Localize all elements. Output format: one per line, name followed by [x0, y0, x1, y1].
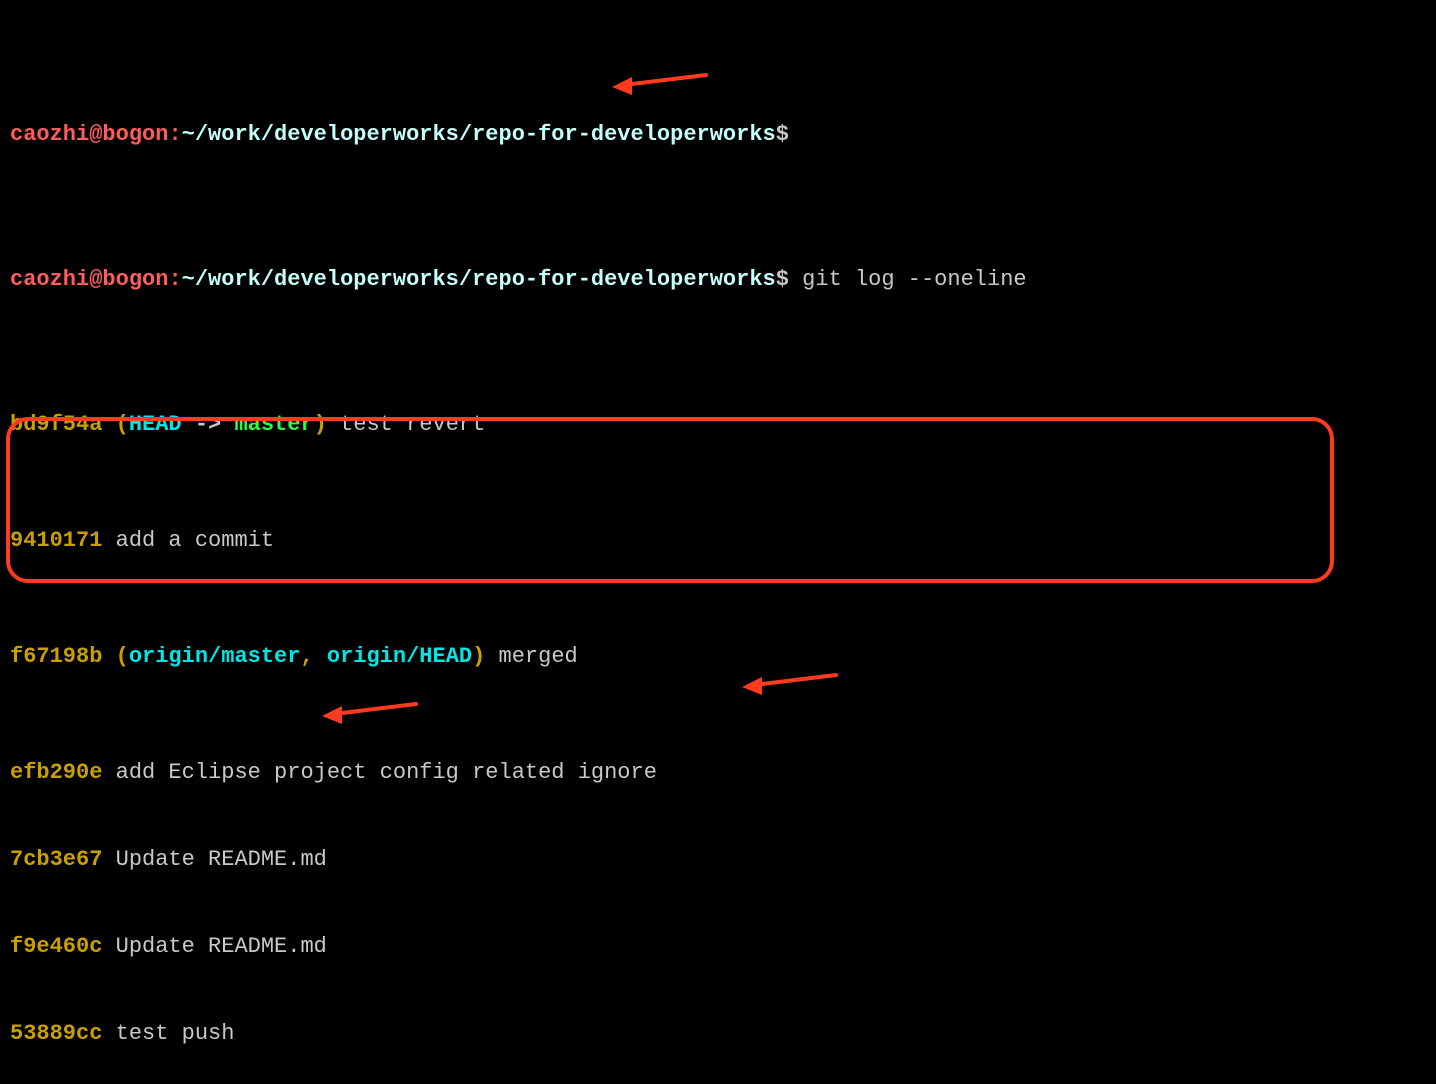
terminal[interactable]: caozhi@bogon:~/work/developerworks/repo-… [0, 0, 1436, 1084]
ref-origin-master: origin/master [129, 644, 301, 669]
log-line: 53889cc test push [10, 1019, 1426, 1048]
prompt-line: caozhi@bogon:~/work/developerworks/repo-… [10, 120, 1426, 149]
log-line: f67198b (origin/master, origin/HEAD) mer… [10, 642, 1426, 671]
prompt-dollar: $ [776, 122, 789, 147]
ref-head: HEAD [129, 412, 182, 437]
commit-hash: bd9f54a [10, 412, 102, 437]
ref-origin-head: origin/HEAD [327, 644, 472, 669]
log-line: 9410171 add a commit [10, 526, 1426, 555]
log-line: f9e460c Update README.md [10, 932, 1426, 961]
command-text [789, 267, 802, 292]
annotation-box [6, 417, 1334, 583]
prompt-user: caozhi@bogon [10, 122, 168, 147]
prompt-path: ~/work/developerworks/repo-for-developer… [182, 122, 776, 147]
log-line: 7cb3e67 Update README.md [10, 845, 1426, 874]
ref-master: master [234, 412, 313, 437]
annotation-arrow-icon [320, 695, 420, 725]
annotation-arrow-icon [610, 66, 710, 96]
log-line: bd9f54a (HEAD -> master) test revert [10, 410, 1426, 439]
commit-message: test revert [340, 412, 485, 437]
command-line: caozhi@bogon:~/work/developerworks/repo-… [10, 265, 1426, 294]
log-line: efb290e add Eclipse project config relat… [10, 758, 1426, 787]
